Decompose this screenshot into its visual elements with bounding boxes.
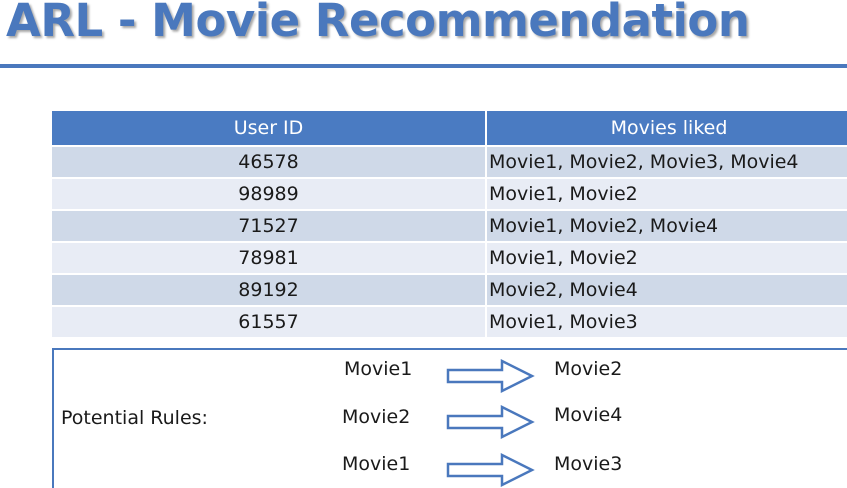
movies-cell: Movie1, Movie2, Movie3, Movie4 [486,146,847,179]
user-id-cell: 71527 [52,210,487,243]
user-id-cell: 98989 [52,178,487,211]
users-table: User ID Movies liked 46578 Movie1, Movie… [52,111,847,339]
potential-rules-box: Potential Rules: Movie1 Movie2 Movie2 Mo… [52,348,847,488]
table-row: 46578 Movie1, Movie2, Movie3, Movie4 [52,146,847,179]
slide-title: ARL - Movie Recommendation [6,0,750,47]
column-header-user-id: User ID [52,111,487,147]
title-underline [0,64,847,68]
column-header-movies-liked: Movies liked [486,111,847,147]
user-id-cell: 89192 [52,274,487,307]
right-arrow-icon [446,405,535,439]
rule-3-consequent: Movie3 [554,453,623,475]
rule-3-antecedent: Movie1 [342,453,411,475]
table-row: 98989 Movie1, Movie2 [52,178,847,211]
potential-rules-label: Potential Rules: [61,407,208,429]
user-id-cell: 46578 [52,146,487,179]
rule-1-antecedent: Movie1 [344,358,413,380]
rule-2-consequent: Movie4 [554,404,623,426]
table-row: 89192 Movie2, Movie4 [52,274,847,307]
table-header-row: User ID Movies liked [52,111,847,147]
user-id-cell: 61557 [52,306,487,339]
right-arrow-icon [446,359,535,393]
movies-cell: Movie1, Movie2 [486,242,847,275]
movies-cell: Movie1, Movie2 [486,178,847,211]
movies-cell: Movie1, Movie3 [486,306,847,339]
movies-cell: Movie1, Movie2, Movie4 [486,210,847,243]
rule-2-antecedent: Movie2 [342,406,411,428]
right-arrow-icon [446,453,535,487]
table-row: 78981 Movie1, Movie2 [52,242,847,275]
movies-cell: Movie2, Movie4 [486,274,847,307]
user-id-cell: 78981 [52,242,487,275]
table-row: 61557 Movie1, Movie3 [52,306,847,339]
rule-1-consequent: Movie2 [554,358,623,380]
slide: ARL - Movie Recommendation User ID Movie… [0,0,847,488]
table-row: 71527 Movie1, Movie2, Movie4 [52,210,847,243]
